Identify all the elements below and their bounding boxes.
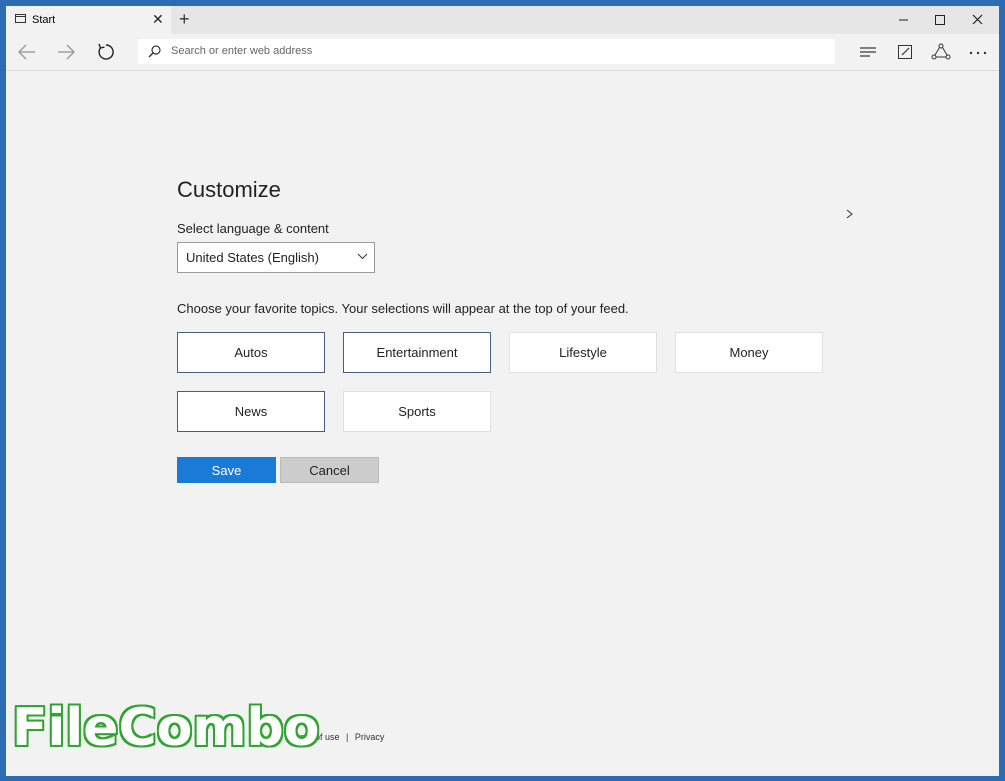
close-tab-icon[interactable]: ✕: [152, 11, 164, 27]
mouse-cursor-icon: [846, 209, 853, 219]
footer-separator: |: [346, 732, 349, 742]
chevron-down-icon: [357, 253, 368, 260]
language-label: Select language & content: [177, 221, 329, 236]
navigation-bar: Search or enter web address: [6, 34, 999, 71]
more-icon[interactable]: [967, 42, 989, 62]
forward-icon[interactable]: [55, 42, 77, 62]
cancel-button[interactable]: Cancel: [280, 457, 379, 483]
search-icon: [148, 45, 161, 58]
topic-entertainment[interactable]: Entertainment: [343, 332, 491, 373]
close-window-icon[interactable]: [968, 10, 988, 30]
topics-label: Choose your favorite topics. Your select…: [177, 301, 629, 316]
topic-sports[interactable]: Sports: [343, 391, 491, 432]
topic-money[interactable]: Money: [675, 332, 823, 373]
page-content: Customize Select language & content Unit…: [6, 71, 999, 776]
minimize-icon[interactable]: [894, 10, 914, 30]
page-title: Customize: [177, 177, 281, 202]
back-icon[interactable]: [16, 42, 38, 62]
topic-news[interactable]: News: [177, 391, 325, 432]
save-button[interactable]: Save: [177, 457, 276, 483]
address-placeholder: Search or enter web address: [171, 45, 313, 57]
new-tab-icon[interactable]: +: [179, 9, 190, 29]
topic-autos[interactable]: Autos: [177, 332, 325, 373]
topic-lifestyle[interactable]: Lifestyle: [509, 332, 657, 373]
address-bar[interactable]: Search or enter web address: [138, 39, 835, 64]
tab-title: Start: [32, 14, 56, 26]
browser-window: Start ✕ + Search or enter web address Cu…: [6, 6, 999, 776]
refresh-icon[interactable]: [95, 42, 117, 62]
language-select[interactable]: United States (English): [177, 242, 375, 273]
page-icon: [15, 14, 26, 23]
privacy-link[interactable]: Privacy: [355, 732, 385, 742]
language-value: United States (English): [186, 250, 319, 265]
filecombo-watermark-logo: FileCombo: [10, 697, 320, 760]
tab-start[interactable]: Start ✕: [6, 6, 171, 34]
hub-icon[interactable]: [857, 42, 879, 62]
web-note-icon[interactable]: [894, 42, 916, 62]
tab-bar: Start ✕ +: [6, 6, 999, 34]
maximize-icon[interactable]: [930, 10, 950, 30]
share-icon[interactable]: [930, 42, 952, 62]
